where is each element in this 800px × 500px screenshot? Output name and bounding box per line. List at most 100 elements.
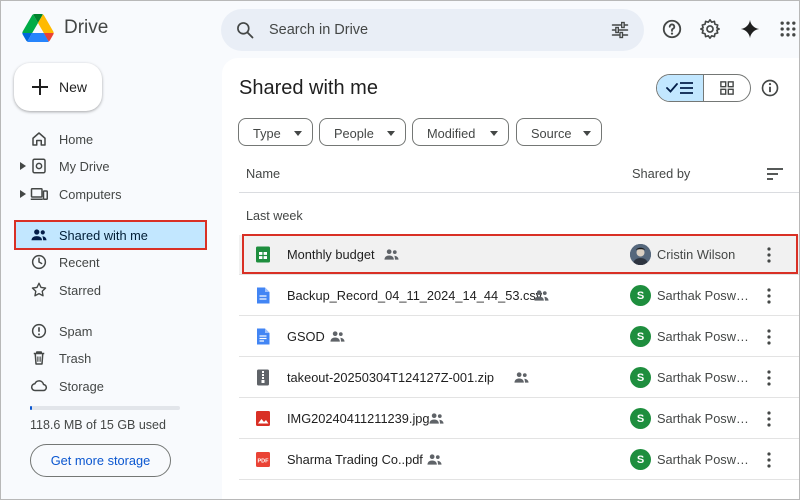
shared-people-icon bbox=[427, 454, 442, 465]
sidebar-item-recent[interactable]: Recent bbox=[14, 247, 207, 277]
new-button-label: New bbox=[59, 79, 88, 95]
file-name: Sharma Trading Co..pdf bbox=[287, 452, 423, 467]
sidebar-item-my-drive[interactable]: My Drive bbox=[14, 151, 207, 181]
user-photo-icon bbox=[630, 244, 651, 265]
filter-source-chip[interactable]: Source bbox=[516, 118, 602, 146]
more-options-icon[interactable] bbox=[766, 246, 772, 264]
file-name: Backup_Record_04_11_2024_14_44_53.csv bbox=[287, 288, 543, 303]
clock-icon bbox=[31, 254, 47, 270]
sidebar-item-label: My Drive bbox=[59, 159, 110, 174]
grid-view-button[interactable] bbox=[704, 75, 751, 101]
filter-chip-label: Type bbox=[253, 126, 281, 141]
filter-chip-label: People bbox=[334, 126, 374, 141]
shared-people-icon bbox=[429, 413, 444, 424]
more-options-icon[interactable] bbox=[766, 287, 772, 305]
column-header-shared-by[interactable]: Shared by bbox=[632, 166, 690, 181]
view-toggle[interactable] bbox=[656, 74, 751, 102]
shared-by-name: Sarthak Posw… bbox=[657, 329, 749, 344]
help-icon bbox=[662, 19, 682, 39]
shared-with-me-icon bbox=[31, 229, 47, 241]
apps-button[interactable] bbox=[776, 17, 800, 41]
filter-type-chip[interactable]: Type bbox=[238, 118, 313, 146]
star-icon bbox=[31, 282, 47, 297]
help-button[interactable] bbox=[660, 17, 684, 41]
drive-logo[interactable]: Drive bbox=[22, 14, 108, 42]
avatar: S bbox=[630, 326, 651, 347]
sidebar-item-trash[interactable]: Trash bbox=[14, 343, 207, 373]
app-name: Drive bbox=[64, 17, 109, 38]
more-options-icon[interactable] bbox=[766, 369, 772, 387]
sidebar-item-computers[interactable]: Computers bbox=[14, 179, 207, 209]
page-title: Shared with me bbox=[239, 77, 378, 99]
sidebar-item-storage[interactable]: Storage bbox=[14, 371, 207, 401]
search-bar[interactable]: Search in Drive bbox=[221, 9, 644, 51]
expand-caret-icon[interactable] bbox=[20, 162, 26, 170]
file-name: takeout-20250304T124127Z-001.zip bbox=[287, 370, 495, 385]
table-row[interactable]: IMG20240411211239.jpg S Sarthak Posw… bbox=[239, 399, 800, 439]
get-more-storage-button[interactable]: Get more storage bbox=[30, 444, 171, 477]
header-divider bbox=[239, 192, 800, 193]
sidebar-item-home[interactable]: Home bbox=[14, 124, 207, 154]
chevron-down-icon bbox=[294, 131, 302, 136]
chevron-down-icon bbox=[583, 131, 591, 136]
file-name: Monthly budget bbox=[287, 247, 375, 262]
shared-people-icon bbox=[384, 249, 399, 260]
computers-icon bbox=[30, 188, 48, 200]
zip-file-icon bbox=[257, 369, 269, 386]
sparkle-icon bbox=[740, 19, 760, 39]
spam-icon bbox=[31, 323, 47, 339]
search-options-icon[interactable] bbox=[610, 20, 630, 40]
more-options-icon[interactable] bbox=[766, 328, 772, 346]
more-options-icon[interactable] bbox=[766, 410, 772, 428]
filter-chip-label: Modified bbox=[427, 126, 476, 141]
cloud-icon bbox=[30, 380, 48, 392]
avatar: S bbox=[630, 285, 651, 306]
apps-grid-icon bbox=[780, 21, 796, 37]
more-options-icon[interactable] bbox=[766, 451, 772, 469]
new-button[interactable]: New bbox=[14, 63, 102, 111]
avatar bbox=[630, 244, 651, 265]
shared-by-name: Sarthak Posw… bbox=[657, 370, 749, 385]
table-row[interactable]: Backup_Record_04_11_2024_14_44_53.csv S … bbox=[239, 276, 800, 316]
list-view-button[interactable] bbox=[657, 75, 704, 101]
info-icon[interactable] bbox=[760, 78, 780, 98]
sidebar-item-label: Shared with me bbox=[59, 228, 148, 243]
gear-icon bbox=[700, 19, 720, 39]
table-row[interactable]: Monthly budget Cristin Wilson bbox=[239, 235, 800, 275]
sidebar-item-label: Storage bbox=[59, 379, 104, 394]
grid-view-icon bbox=[719, 81, 734, 95]
gemini-button[interactable] bbox=[738, 17, 762, 41]
expand-caret-icon[interactable] bbox=[20, 190, 26, 198]
home-icon bbox=[32, 132, 46, 146]
drive-logo-icon bbox=[22, 14, 54, 42]
storage-progress-bar bbox=[30, 406, 180, 410]
pdf-file-icon: PDF bbox=[256, 452, 270, 467]
filter-modified-chip[interactable]: Modified bbox=[412, 118, 509, 146]
shared-by-name: Sarthak Posw… bbox=[657, 411, 749, 426]
table-row[interactable]: PDF Sharma Trading Co..pdf S Sarthak Pos… bbox=[239, 440, 800, 480]
sidebar-item-label: Trash bbox=[59, 351, 92, 366]
shared-by-name: Sarthak Posw… bbox=[657, 288, 749, 303]
plus-icon bbox=[32, 79, 48, 95]
table-row[interactable]: takeout-20250304T124127Z-001.zip S Sarth… bbox=[239, 358, 800, 398]
filter-people-chip[interactable]: People bbox=[319, 118, 406, 146]
shared-by-name: Sarthak Posw… bbox=[657, 452, 749, 467]
sidebar-item-label: Recent bbox=[59, 255, 100, 270]
sort-icon[interactable] bbox=[766, 167, 784, 181]
sidebar-item-spam[interactable]: Spam bbox=[14, 316, 207, 346]
list-view-icon bbox=[665, 82, 693, 94]
avatar: S bbox=[630, 408, 651, 429]
sidebar-item-label: Starred bbox=[59, 283, 101, 298]
sidebar-item-starred[interactable]: Starred bbox=[14, 275, 207, 305]
docs-file-icon bbox=[257, 328, 270, 345]
sidebar-item-label: Home bbox=[59, 132, 94, 147]
search-input[interactable]: Search in Drive bbox=[269, 22, 368, 38]
file-name: GSOD bbox=[287, 329, 325, 344]
image-file-icon bbox=[256, 411, 270, 426]
sidebar-item-shared-with-me[interactable]: Shared with me bbox=[14, 220, 207, 250]
settings-button[interactable] bbox=[698, 17, 722, 41]
column-header-name[interactable]: Name bbox=[246, 166, 280, 181]
sheets-file-icon bbox=[256, 246, 270, 263]
search-icon[interactable] bbox=[235, 20, 255, 40]
table-row[interactable]: GSOD S Sarthak Posw… bbox=[239, 317, 800, 357]
